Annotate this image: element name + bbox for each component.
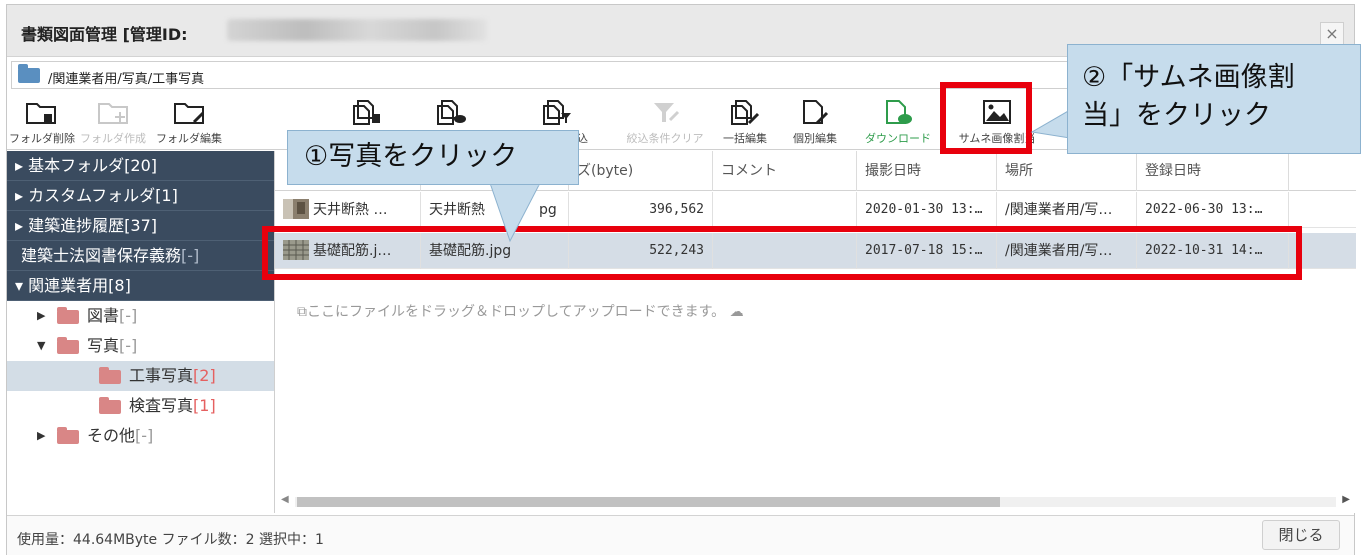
close-button[interactable]: 閉じる [1262, 520, 1340, 550]
files-icon: ⧉ [297, 304, 307, 320]
file-download-icon [886, 100, 912, 124]
bulk-edit-button[interactable]: 一括編集 [717, 92, 773, 150]
close-icon[interactable]: × [1320, 22, 1344, 46]
cell-comment [713, 192, 857, 228]
scroll-left-icon[interactable]: ◀ [281, 494, 289, 505]
sidebar-item-related-contractors[interactable]: ▾ 関連業者用[8] [7, 271, 274, 301]
individual-edit-button[interactable]: 個別編集 [787, 92, 843, 150]
table-row[interactable]: 天井断熱 … 天井断熱 pg 396,562 2020-01-30 13:… /関… [275, 192, 1356, 228]
files-delete-icon [353, 100, 380, 125]
callout-pointer [489, 183, 541, 243]
folder-icon [99, 397, 121, 414]
clear-filter-button[interactable]: 絞込条件クリア [617, 92, 713, 150]
column-header-place[interactable]: 場所 [997, 151, 1137, 191]
horizontal-scrollbar[interactable]: ◀ ▶ [281, 494, 1350, 508]
file-edit-icon [803, 100, 829, 125]
status-bar: 使用量：44.64MByte ファイル数：2 選択中：1 閉じる [7, 515, 1354, 555]
dropzone-hint[interactable]: ⧉ここにファイルをドラッグ＆ドロップしてアップロードできます。 ☁ [297, 301, 744, 321]
download-button[interactable]: ダウンロード [857, 92, 939, 150]
folder-edit-icon [174, 103, 205, 124]
status-text: 使用量：44.64MByte ファイル数：2 選択中：1 [17, 532, 324, 548]
column-header-registered[interactable]: 登録日時 [1137, 151, 1289, 191]
folder-icon [57, 337, 79, 354]
tree-item-other[interactable]: ▶ その他[-] [7, 421, 274, 451]
create-folder-button[interactable]: フォルダ作成 [79, 92, 147, 150]
folder-add-icon [98, 103, 128, 124]
column-header-comment[interactable]: コメント [713, 151, 857, 191]
highlight-thumbnail-button [940, 82, 1032, 154]
thumbnail-image [283, 198, 309, 219]
callout-pointer [1030, 109, 1070, 139]
tree-item-inspection-photos[interactable]: 検査写真[1] [7, 391, 274, 421]
file-list-panel: ズ(byte) コメント 撮影日時 場所 登録日時 天井断熱 … 天井断熱 pg … [275, 151, 1356, 513]
folder-icon [57, 427, 79, 444]
folder-icon [18, 64, 40, 83]
sidebar-item-custom-folder[interactable]: ▸ カスタムフォルダ[1] [7, 181, 274, 211]
tree-item-drawings[interactable]: ▶ 図書[-] [7, 301, 274, 331]
cell-title: 天井断熱 … [275, 192, 421, 228]
callout-step-2: ②「サムネ画像割 当」をクリック [1067, 44, 1361, 154]
folder-delete-icon [26, 103, 56, 124]
delete-folder-button[interactable]: フォルダ削除 [9, 92, 75, 150]
column-header-size[interactable]: ズ(byte) [569, 151, 713, 191]
edit-folder-button[interactable]: フォルダ編集 [153, 92, 225, 150]
folder-icon [99, 367, 121, 384]
scroll-right-icon[interactable]: ▶ [1342, 494, 1350, 505]
files-filter-icon [543, 100, 571, 125]
filter-clear-icon [654, 103, 680, 122]
scroll-thumb[interactable] [297, 497, 1000, 507]
files-upload-icon [437, 100, 466, 125]
sidebar-item-architect-law-docs[interactable]: 建築士法図書保存義務[-] [7, 241, 274, 271]
tree-item-photos[interactable]: ▼ 写真[-] [7, 331, 274, 361]
cell-place: /関連業者用/写… [997, 192, 1137, 228]
highlight-selected-row [262, 226, 1302, 280]
cell-registered: 2022-06-30 13:… [1137, 192, 1289, 228]
tree-item-construction-photos[interactable]: 工事写真[2] [7, 361, 274, 391]
files-edit-icon [731, 100, 760, 125]
cell-shot-date: 2020-01-30 13:… [857, 192, 997, 228]
breadcrumb-path: /関連業者用/写真/工事写真 [48, 72, 205, 87]
chevron-down-icon: ▼ [37, 339, 46, 352]
folder-sidebar: ▸ 基本フォルダ[20] ▸ カスタムフォルダ[1] ▸ 建築進捗履歴[37] … [7, 151, 275, 513]
column-header-shot-date[interactable]: 撮影日時 [857, 151, 997, 191]
window-title: 書類図面管理 [管理ID: [21, 25, 188, 44]
callout-step-1: ①写真をクリック [287, 130, 579, 185]
sidebar-item-basic-folder[interactable]: ▸ 基本フォルダ[20] [7, 151, 274, 181]
cloud-upload-icon: ☁ [729, 304, 744, 320]
redacted-management-id [227, 19, 487, 41]
cell-size: 396,562 [569, 192, 713, 228]
chevron-right-icon: ▶ [37, 309, 46, 322]
chevron-right-icon: ▶ [37, 429, 46, 442]
sidebar-item-construction-history[interactable]: ▸ 建築進捗履歴[37] [7, 211, 274, 241]
folder-icon [57, 307, 79, 324]
